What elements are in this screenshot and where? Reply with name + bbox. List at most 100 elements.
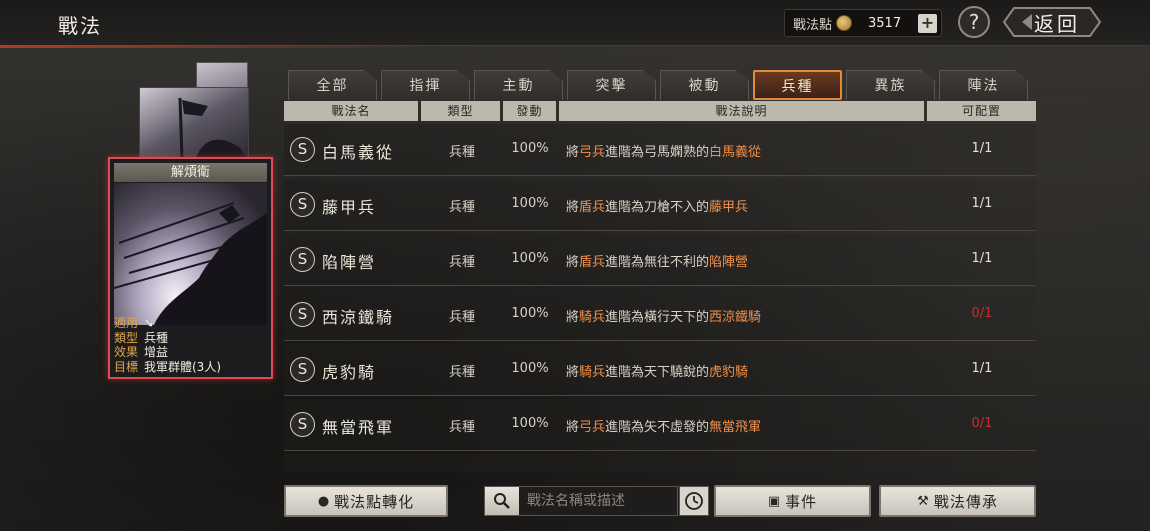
events-label: 事件	[785, 492, 818, 511]
list-item[interactable]: S 白馬義從 兵種 100% 將弓兵進階為弓馬嫻熟的白馬義從 1/1	[284, 124, 1036, 176]
desc-highlight: 騎兵	[579, 365, 606, 380]
card-info-value: 增益	[144, 345, 169, 359]
search-box[interactable]	[484, 486, 678, 516]
card-info-value: 兵種	[144, 330, 169, 345]
tactic-name: 無當飛軍	[322, 418, 395, 437]
tab-formation[interactable]: 陣法	[939, 70, 1028, 100]
points-value: 3517	[868, 15, 902, 31]
tactic-name: 虎豹騎	[322, 363, 377, 382]
clock-icon	[685, 492, 703, 510]
table-header: 戰法名 類型 發動 戰法說明 可配置	[284, 101, 1036, 121]
back-button[interactable]: 返回	[1002, 6, 1102, 38]
add-points-button[interactable]: +	[918, 14, 937, 33]
desc-text: 將	[566, 200, 580, 215]
column-header-description: 戰法說明	[559, 101, 924, 121]
desc-text: 將	[566, 255, 580, 270]
selected-tactic-card[interactable]: 解煩衛 適用 ➘ 類型 兵種 效果 增益 目標 我軍群體(3人)	[108, 157, 273, 379]
desc-text: 進階為刀槍不入的	[605, 200, 710, 215]
grade-s-icon: S	[290, 357, 315, 382]
desc-highlight: 弓兵	[579, 420, 606, 435]
tactic-name: 白馬義從	[322, 143, 395, 162]
inherit-label: 戰法傳承	[933, 492, 998, 511]
desc-highlight: 藤甲兵	[709, 200, 749, 215]
tactic-name: 西涼鐵騎	[322, 308, 395, 327]
desc-highlight: 西涼鐵騎	[709, 310, 762, 325]
coin-icon: ●	[317, 493, 331, 509]
tactic-rate: 100%	[511, 361, 549, 376]
list-item[interactable]: S 西涼鐵騎 兵種 100% 將騎兵進階為橫行天下的西涼鐵騎 0/1	[284, 289, 1036, 341]
desc-text: 進階為橫行天下的	[605, 310, 710, 325]
tactics-list[interactable]: S 白馬義從 兵種 100% 將弓兵進階為弓馬嫻熟的白馬義從 1/1 S 藤甲兵…	[284, 124, 1036, 472]
search-input[interactable]	[519, 493, 669, 509]
desc-text: 進階為天下驍銳的	[605, 365, 710, 380]
column-header-name[interactable]: 戰法名	[284, 101, 418, 121]
tactic-description: 將騎兵進階為橫行天下的西涼鐵騎	[566, 306, 761, 325]
tab-all[interactable]: 全部	[288, 70, 377, 100]
hammer-icon: ⚒	[917, 493, 930, 509]
inherit-tactic-button[interactable]: ⚒ 戰法傳承	[879, 485, 1036, 517]
tactic-points-display: 戰法點 3517 +	[784, 9, 942, 37]
convert-points-label: 戰法點轉化	[334, 492, 415, 511]
card-name: 解煩衛	[114, 163, 267, 182]
tab-command[interactable]: 指揮	[381, 70, 470, 100]
column-header-type[interactable]: 類型	[421, 101, 500, 121]
grade-s-icon: S	[290, 302, 315, 327]
list-item[interactable]: S 虎豹騎 兵種 100% 將騎兵進階為天下驍銳的虎豹騎 1/1	[284, 344, 1036, 396]
points-label: 戰法點	[793, 17, 833, 33]
tactic-type: 兵種	[448, 365, 475, 380]
desc-highlight: 無當飛軍	[709, 420, 762, 435]
events-button[interactable]: ▣ 事件	[714, 485, 871, 517]
tactic-type: 兵種	[448, 255, 475, 270]
page-title: 戰法	[58, 14, 102, 38]
tactic-type: 兵種	[448, 310, 475, 325]
tactic-type: 兵種	[448, 200, 475, 215]
card-info-key: 目標	[114, 359, 139, 374]
banner-silhouette-icon	[178, 97, 248, 161]
grade-s-icon: S	[290, 137, 315, 162]
column-header-available[interactable]: 可配置	[927, 101, 1036, 121]
tab-active[interactable]: 主動	[474, 70, 563, 100]
tactic-available: 1/1	[971, 141, 993, 156]
search-icon[interactable]	[485, 487, 519, 515]
history-button[interactable]	[679, 486, 709, 516]
list-item[interactable]: S 陷陣營 兵種 100% 將盾兵進階為無往不利的陷陣營 1/1	[284, 234, 1036, 286]
cavalry-arrow-icon: ➘	[144, 316, 155, 330]
card-info-row: 類型 兵種	[114, 331, 267, 346]
top-bar: 戰法 戰法點 3517 + ? 返回	[0, 0, 1150, 48]
tactic-available: 1/1	[971, 361, 993, 376]
desc-text: 進階為矢不虛發的	[605, 420, 710, 435]
card-info-key: 適用	[114, 316, 139, 330]
desc-text: 進階為弓馬嫻熟的	[605, 145, 710, 160]
tactic-rate: 100%	[511, 141, 549, 156]
tactic-available: 1/1	[971, 196, 993, 211]
tab-troop-type[interactable]: 兵種	[753, 70, 842, 100]
tab-assault[interactable]: 突擊	[567, 70, 656, 100]
column-header-rate[interactable]: 發動	[503, 101, 556, 121]
desc-highlight: 陷陣營	[709, 255, 749, 270]
list-item[interactable]	[284, 454, 1036, 472]
desc-highlight: 白馬義從	[709, 145, 762, 160]
tactic-rate: 100%	[511, 196, 549, 211]
convert-points-button[interactable]: ● 戰法點轉化	[284, 485, 448, 517]
help-button[interactable]: ?	[958, 6, 990, 38]
card-info: 適用 ➘ 類型 兵種 效果 增益 目標 我軍群體(3人)	[114, 316, 267, 374]
list-item[interactable]: S 藤甲兵 兵種 100% 將盾兵進階為刀槍不入的藤甲兵 1/1	[284, 179, 1036, 231]
soldiers-silhouette-icon	[114, 202, 267, 325]
tactic-type: 兵種	[448, 420, 475, 435]
coin-icon	[836, 15, 853, 31]
desc-highlight: 盾兵	[579, 200, 606, 215]
card-info-key: 效果	[114, 345, 139, 359]
tactic-type: 兵種	[448, 145, 475, 160]
desc-text: 進階為無往不利的	[605, 255, 710, 270]
card-info-row: 效果 增益	[114, 345, 267, 360]
desc-highlight: 虎豹騎	[709, 365, 749, 380]
tab-foreign[interactable]: 異族	[846, 70, 935, 100]
tactic-description: 將盾兵進階為刀槍不入的藤甲兵	[566, 196, 748, 215]
list-item[interactable]: S 無當飛軍 兵種 100% 將弓兵進階為矢不虛發的無當飛軍 0/1	[284, 399, 1036, 451]
tab-passive[interactable]: 被動	[660, 70, 749, 100]
desc-text: 將	[566, 365, 580, 380]
card-back-image[interactable]	[139, 87, 249, 162]
magnifier-icon	[494, 493, 510, 509]
tactic-description: 將騎兵進階為天下驍銳的虎豹騎	[566, 361, 748, 380]
tactic-description: 將盾兵進階為無往不利的陷陣營	[566, 251, 748, 270]
